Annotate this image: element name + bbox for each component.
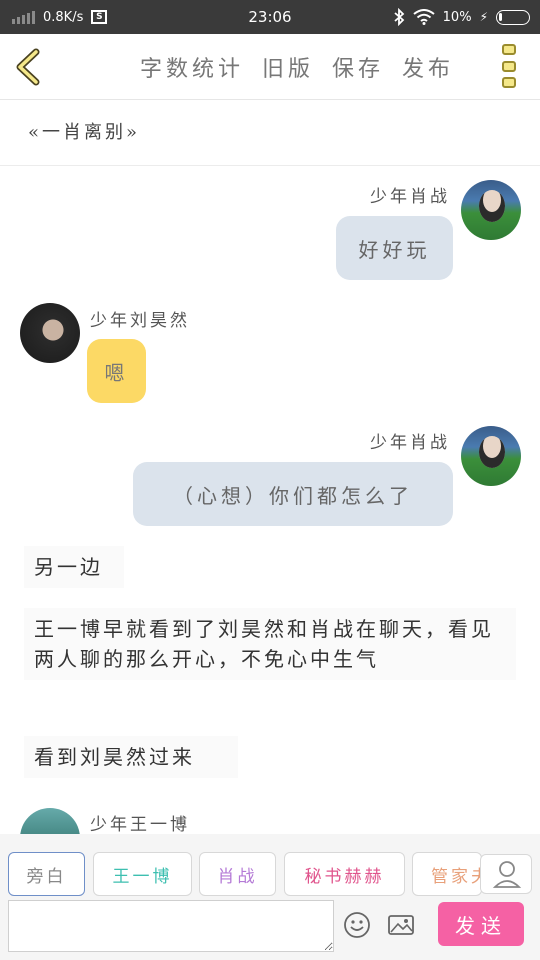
word-count-button[interactable]: 字数统计 (140, 51, 244, 83)
avatar[interactable] (461, 180, 521, 240)
role-label: 旁白 (26, 866, 67, 887)
speaker-name: 少年刘昊然 (90, 311, 190, 331)
image-icon (388, 915, 414, 935)
emoji-button[interactable] (342, 910, 372, 940)
role-secretary[interactable]: 秘书赫赫 (284, 852, 405, 896)
old-version-button[interactable]: 旧版 (262, 51, 314, 83)
publish-button[interactable]: 发布 (402, 51, 454, 83)
role-label: 王一博 (112, 866, 173, 887)
smiley-icon (344, 912, 370, 938)
message-bubble[interactable]: （心想）你们都怎么了 (133, 462, 453, 526)
input-bar: 发送 (0, 896, 540, 960)
charging-icon: ⚡ (479, 10, 488, 24)
chapter-title: «一肖离别» (28, 122, 141, 143)
chat-area[interactable]: 少年肖战 好好玩 少年刘昊然 嗯 少年肖战 （心想）你们都怎么了 另一边 王一博… (0, 166, 540, 834)
battery-percent: 10% (442, 9, 472, 25)
send-button[interactable]: 发送 (438, 902, 524, 946)
battery-icon (496, 9, 530, 25)
message-bubble[interactable]: 好好玩 (336, 216, 453, 280)
image-button[interactable] (386, 910, 416, 940)
message-bubble[interactable]: 嗯 (87, 339, 146, 403)
chevron-left-icon (16, 48, 40, 86)
role-xiao-zhan[interactable]: 肖战 (199, 852, 276, 896)
menu-dot-2 (502, 60, 516, 72)
speaker-name: 少年肖战 (370, 187, 450, 207)
contacts-button[interactable] (480, 854, 532, 894)
menu-dot-3 (502, 77, 516, 88)
role-label: 秘书赫赫 (304, 866, 385, 887)
menu-dot-1 (502, 44, 516, 55)
role-butler[interactable]: 管家夫 (412, 852, 482, 896)
role-narrator[interactable]: 旁白 (8, 852, 85, 896)
editor-header: 字数统计 旧版 保存 发布 (0, 34, 540, 100)
narration-block[interactable]: 另一边 (24, 546, 124, 588)
message-input[interactable] (8, 900, 334, 952)
role-label: 管家夫 (431, 866, 481, 887)
header-actions: 字数统计 旧版 保存 发布 (140, 46, 454, 88)
wifi-icon (413, 9, 435, 25)
person-icon (492, 861, 522, 888)
avatar[interactable] (20, 303, 80, 363)
status-bar: 0.8K/s S 23:06 10% ⚡ (0, 0, 540, 34)
role-wang-yibo[interactable]: 王一博 (93, 852, 192, 896)
avatar[interactable] (461, 426, 521, 486)
narration-block[interactable]: 王一博早就看到了刘昊然和肖战在聊天，看见两人聊的那么开心，不免心中生气 (24, 608, 516, 680)
status-right: 10% ⚡ (393, 0, 530, 34)
chapter-title-row[interactable]: «一肖离别» (0, 100, 540, 166)
save-button[interactable]: 保存 (332, 51, 384, 83)
avatar[interactable] (20, 808, 80, 834)
role-label: 肖战 (217, 866, 258, 887)
narration-block[interactable]: 看到刘昊然过来 (24, 736, 238, 778)
speaker-name: 少年王一博 (90, 815, 190, 834)
bluetooth-icon (394, 8, 404, 26)
speaker-name: 少年肖战 (370, 433, 450, 453)
more-menu-button[interactable] (502, 44, 520, 88)
back-button[interactable] (10, 44, 50, 90)
role-selector-bar: 旁白 王一博 肖战 秘书赫赫 管家夫 (0, 834, 540, 896)
